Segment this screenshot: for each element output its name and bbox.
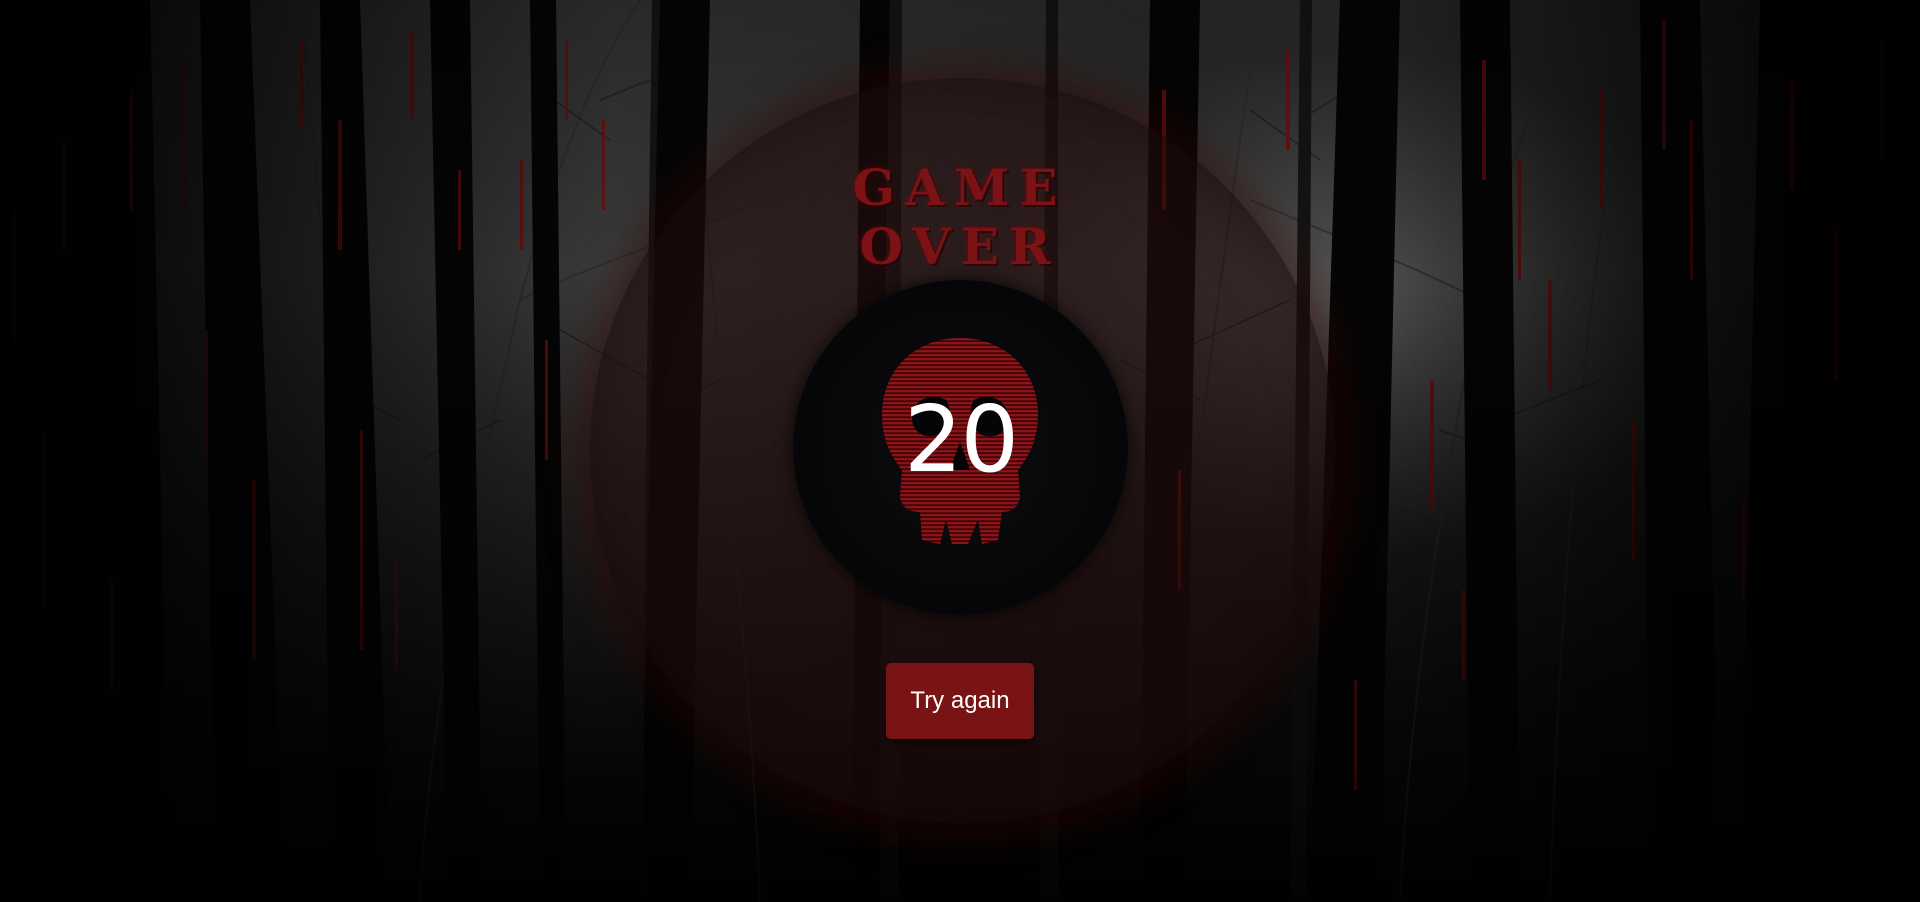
score-value: 20 (903, 386, 1019, 493)
try-again-button[interactable]: Try again (886, 663, 1034, 739)
game-over-title: GAME OVER (852, 158, 1068, 276)
